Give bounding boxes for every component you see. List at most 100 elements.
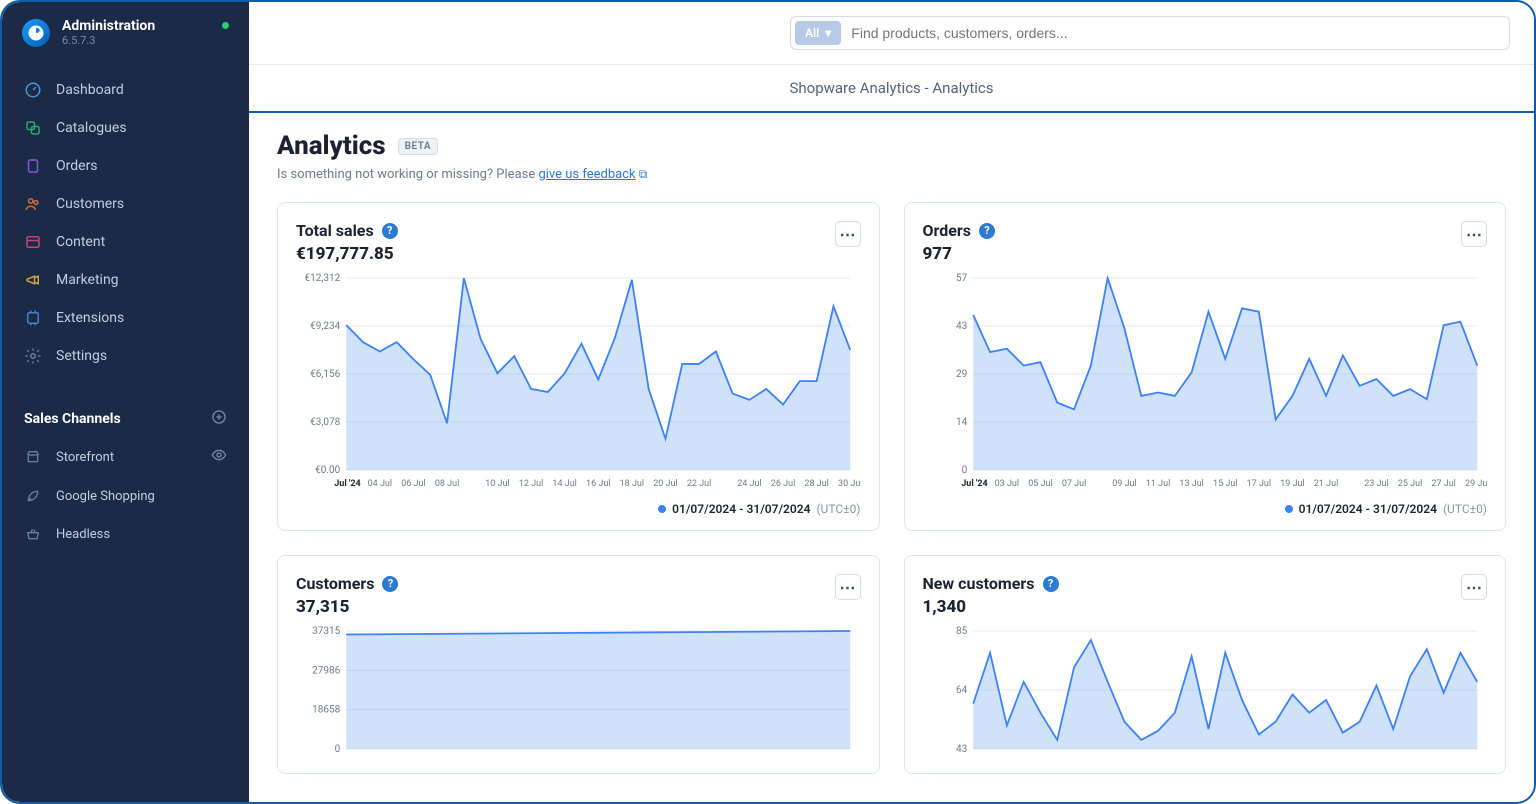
rocket-icon — [24, 487, 42, 505]
page-title: Analytics — [277, 131, 386, 161]
gear-icon — [24, 347, 42, 365]
basket-icon — [24, 525, 42, 543]
nav-dashboard[interactable]: Dashboard — [2, 71, 249, 109]
svg-text:30 Jul: 30 Jul — [838, 479, 860, 489]
app-version: 6.5.7.3 — [62, 34, 155, 47]
svg-text:21 Jul: 21 Jul — [1313, 479, 1337, 489]
svg-text:08 Jul: 08 Jul — [435, 479, 459, 489]
svg-text:22 Jul: 22 Jul — [687, 479, 711, 489]
card-customers: Customers ? 37,315 ⋯ 0186582798637315 — [277, 555, 880, 774]
channel-storefront[interactable]: Storefront — [2, 437, 249, 477]
svg-text:29: 29 — [956, 369, 967, 380]
svg-text:57: 57 — [956, 273, 968, 284]
app-title: Administration — [62, 18, 155, 34]
svg-text:03 Jul: 03 Jul — [994, 479, 1018, 489]
search-input[interactable] — [851, 21, 1505, 45]
card-value: €197,777.85 — [296, 244, 398, 264]
svg-text:26 Jul: 26 Jul — [771, 479, 795, 489]
card-total-sales: Total sales ? €197,777.85 ⋯ €0.00€3,078€… — [277, 202, 880, 531]
svg-text:0: 0 — [335, 744, 341, 755]
svg-text:14: 14 — [956, 417, 968, 428]
card-legend: 01/07/2024 - 31/07/2024 (UTC±0) — [923, 502, 1488, 516]
card-value: 1,340 — [923, 597, 1059, 617]
page-subtext: Is something not working or missing? Ple… — [277, 167, 1506, 182]
help-icon[interactable]: ? — [382, 223, 398, 239]
card-title: Customers — [296, 574, 374, 593]
help-icon[interactable]: ? — [1043, 576, 1059, 592]
nav-content[interactable]: Content — [2, 223, 249, 261]
nav-customers[interactable]: Customers — [2, 185, 249, 223]
svg-text:€12,312: €12,312 — [305, 273, 341, 284]
nav-extensions[interactable]: Extensions — [2, 299, 249, 337]
storefront-icon — [24, 448, 42, 466]
users-icon — [24, 195, 42, 213]
svg-text:85: 85 — [956, 626, 968, 637]
card-new-customers: New customers ? 1,340 ⋯ 43 64 85 — [904, 555, 1507, 774]
svg-text:€0.00: €0.00 — [315, 465, 340, 476]
nav-marketing[interactable]: Marketing — [2, 261, 249, 299]
legend-dot-icon — [658, 505, 666, 513]
page-breadcrumb: Shopware Analytics - Analytics — [249, 65, 1534, 113]
help-icon[interactable]: ? — [979, 223, 995, 239]
svg-text:15 Jul: 15 Jul — [1213, 479, 1237, 489]
card-value: 977 — [923, 244, 995, 264]
svg-text:24 Jul: 24 Jul — [737, 479, 761, 489]
svg-text:43: 43 — [956, 744, 967, 755]
card-title: New customers — [923, 574, 1035, 593]
nav-catalogues[interactable]: Catalogues — [2, 109, 249, 147]
chart-new-customers: 43 64 85 — [923, 625, 1488, 755]
help-icon[interactable]: ? — [382, 576, 398, 592]
copy-icon — [24, 119, 42, 137]
svg-text:0: 0 — [961, 465, 967, 476]
card-legend: 01/07/2024 - 31/07/2024 (UTC±0) — [296, 502, 861, 516]
svg-text:23 Jul: 23 Jul — [1364, 479, 1388, 489]
svg-text:64: 64 — [956, 685, 968, 696]
sidebar: Administration 6.5.7.3 Dashboard Catalog… — [2, 2, 249, 802]
svg-text:04 Jul: 04 Jul — [368, 479, 392, 489]
svg-text:€9,234: €9,234 — [310, 321, 340, 332]
nav-orders[interactable]: Orders — [2, 147, 249, 185]
channel-label: Headless — [56, 527, 110, 542]
card-menu-button[interactable]: ⋯ — [835, 574, 861, 600]
svg-text:Jul '24: Jul '24 — [961, 479, 987, 489]
status-indicator-icon — [222, 22, 229, 29]
svg-text:18 Jul: 18 Jul — [620, 479, 644, 489]
svg-text:27 Jul: 27 Jul — [1431, 479, 1455, 489]
visibility-icon[interactable] — [211, 447, 227, 467]
svg-text:10 Jul: 10 Jul — [485, 479, 509, 489]
svg-text:18658: 18658 — [312, 705, 340, 716]
search-filter-dropdown[interactable]: All ▾ — [795, 21, 841, 45]
legend-dot-icon — [1285, 505, 1293, 513]
megaphone-icon — [24, 271, 42, 289]
nav-label: Settings — [56, 348, 107, 364]
svg-text:07 Jul: 07 Jul — [1061, 479, 1085, 489]
chart-total-sales: €0.00€3,078€6,156€9,234€12,312Jul '2404 … — [296, 272, 861, 492]
svg-text:05 Jul: 05 Jul — [1028, 479, 1052, 489]
svg-text:14 Jul: 14 Jul — [552, 479, 576, 489]
nav-settings[interactable]: Settings — [2, 337, 249, 375]
svg-text:09 Jul: 09 Jul — [1112, 479, 1136, 489]
card-menu-button[interactable]: ⋯ — [1461, 221, 1487, 247]
svg-text:19 Jul: 19 Jul — [1280, 479, 1304, 489]
card-title: Orders — [923, 221, 971, 240]
sidebar-header: Administration 6.5.7.3 — [2, 2, 249, 57]
card-menu-button[interactable]: ⋯ — [835, 221, 861, 247]
global-search: All ▾ — [790, 16, 1510, 50]
svg-text:28 Jul: 28 Jul — [804, 479, 828, 489]
svg-text:25 Jul: 25 Jul — [1397, 479, 1421, 489]
card-title: Total sales — [296, 221, 374, 240]
add-channel-button[interactable] — [211, 409, 227, 429]
svg-text:20 Jul: 20 Jul — [653, 479, 677, 489]
primary-nav: Dashboard Catalogues Orders Customers Co… — [2, 57, 249, 389]
logo-icon — [22, 19, 50, 47]
svg-text:17 Jul: 17 Jul — [1246, 479, 1270, 489]
channel-google-shopping[interactable]: Google Shopping — [2, 477, 249, 515]
card-value: 37,315 — [296, 597, 398, 617]
channel-label: Storefront — [56, 450, 114, 465]
card-menu-button[interactable]: ⋯ — [1461, 574, 1487, 600]
feedback-link[interactable]: give us feedback — [538, 167, 635, 182]
svg-text:06 Jul: 06 Jul — [401, 479, 425, 489]
page-title-row: Analytics BETA — [277, 131, 1506, 161]
channels-heading: Sales Channels — [2, 389, 249, 437]
channel-headless[interactable]: Headless — [2, 515, 249, 553]
